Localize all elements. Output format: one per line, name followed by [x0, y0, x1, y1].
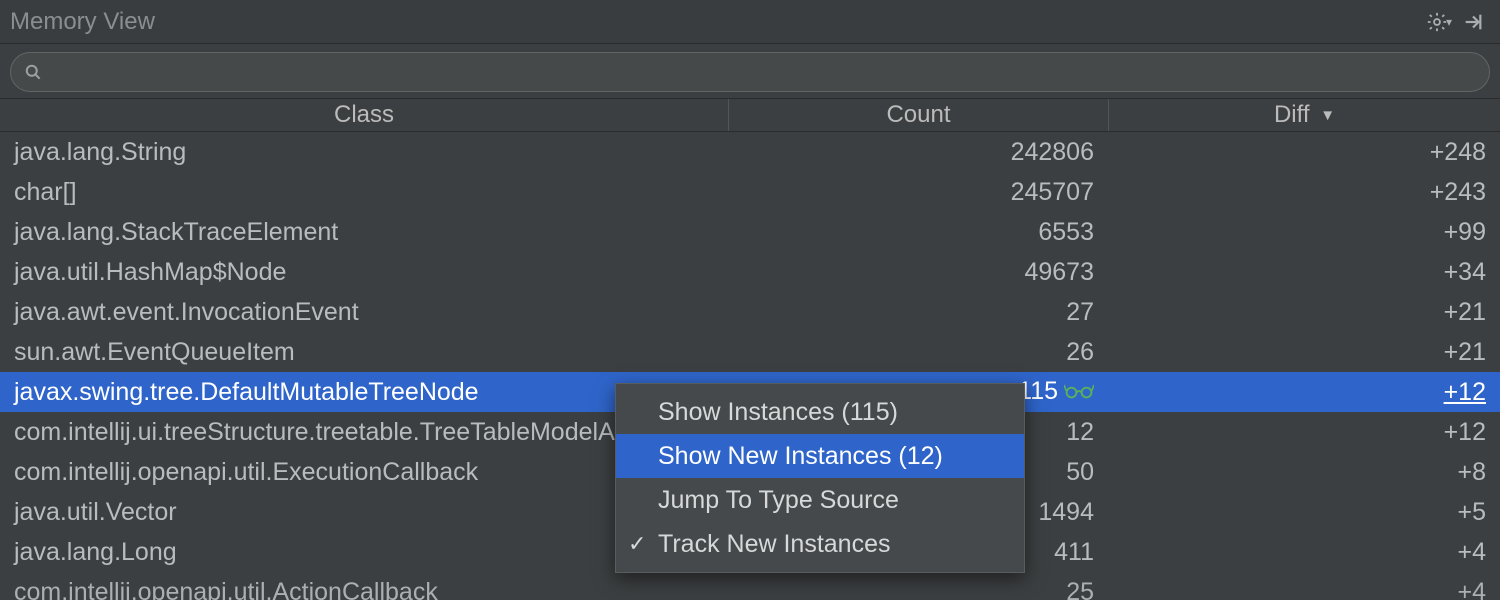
cell-count: 245707	[728, 178, 1108, 207]
search-icon	[23, 62, 43, 82]
cell-diff: +248	[1108, 138, 1500, 167]
cell-diff: +21	[1108, 338, 1500, 367]
column-header-diff[interactable]: Diff ▼	[1108, 99, 1500, 131]
cell-diff: +12	[1108, 418, 1500, 447]
table-row[interactable]: com.intellij.openapi.util.ActionCallback…	[0, 572, 1500, 600]
cell-class: java.awt.event.InvocationEvent	[0, 298, 728, 327]
table-row[interactable]: java.util.HashMap$Node49673+34	[0, 252, 1500, 292]
cell-diff: +5	[1108, 498, 1500, 527]
cell-diff: +4	[1108, 578, 1500, 600]
check-icon: ✓	[628, 531, 646, 557]
gear-icon[interactable]: ▾	[1422, 5, 1456, 39]
cell-count: 26	[728, 338, 1108, 367]
cell-diff: +99	[1108, 218, 1500, 247]
cell-class: java.lang.String	[0, 138, 728, 167]
column-header-count[interactable]: Count	[728, 99, 1108, 131]
cell-count: 49673	[728, 258, 1108, 287]
cell-diff: +8	[1108, 458, 1500, 487]
context-menu-item[interactable]: Show New Instances (12)	[616, 434, 1024, 478]
cell-diff: +12	[1108, 378, 1500, 407]
cell-class: sun.awt.EventQueueItem	[0, 338, 728, 367]
context-menu-item[interactable]: ✓ Track New Instances	[616, 522, 1024, 566]
table-row[interactable]: char[]245707+243	[0, 172, 1500, 212]
cell-diff: +4	[1108, 538, 1500, 567]
column-header-class[interactable]: Class	[0, 99, 728, 131]
glasses-icon	[1064, 378, 1094, 407]
context-menu-item[interactable]: Jump To Type Source	[616, 478, 1024, 522]
cell-diff: +34	[1108, 258, 1500, 287]
column-header-diff-label: Diff	[1274, 101, 1310, 128]
search-input[interactable]	[51, 59, 1477, 85]
context-menu: Show Instances (115) Show New Instances (…	[615, 383, 1025, 573]
context-menu-item-label: Show Instances (115)	[658, 398, 898, 427]
table-row[interactable]: java.awt.event.InvocationEvent27+21	[0, 292, 1500, 332]
search-bar	[0, 44, 1500, 98]
cell-diff: +21	[1108, 298, 1500, 327]
table-header: Class Count Diff ▼	[0, 98, 1500, 132]
table-row[interactable]: sun.awt.EventQueueItem26+21	[0, 332, 1500, 372]
table-row[interactable]: java.lang.StackTraceElement6553+99	[0, 212, 1500, 252]
cell-count: 27	[728, 298, 1108, 327]
cell-class: java.util.HashMap$Node	[0, 258, 728, 287]
context-menu-item-label: Jump To Type Source	[658, 486, 899, 515]
search-field-wrap[interactable]	[10, 52, 1490, 92]
context-menu-item[interactable]: Show Instances (115)	[616, 390, 1024, 434]
memory-view-panel: Memory View ▾ Class Count Diff ▼	[0, 0, 1500, 600]
sort-indicator-icon: ▼	[1320, 107, 1335, 124]
titlebar: Memory View ▾	[0, 0, 1500, 44]
cell-count: 242806	[728, 138, 1108, 167]
cell-class: java.lang.StackTraceElement	[0, 218, 728, 247]
cell-count: 25	[728, 578, 1108, 600]
panel-title: Memory View	[10, 8, 155, 36]
context-menu-item-label: Track New Instances	[658, 530, 890, 559]
cell-count: 6553	[728, 218, 1108, 247]
cell-class: char[]	[0, 178, 728, 207]
cell-diff: +243	[1108, 178, 1500, 207]
table-row[interactable]: java.lang.String242806+248	[0, 132, 1500, 172]
hide-icon[interactable]	[1456, 5, 1490, 39]
context-menu-item-label: Show New Instances (12)	[658, 442, 943, 471]
cell-class: com.intellij.openapi.util.ActionCallback	[0, 578, 728, 600]
